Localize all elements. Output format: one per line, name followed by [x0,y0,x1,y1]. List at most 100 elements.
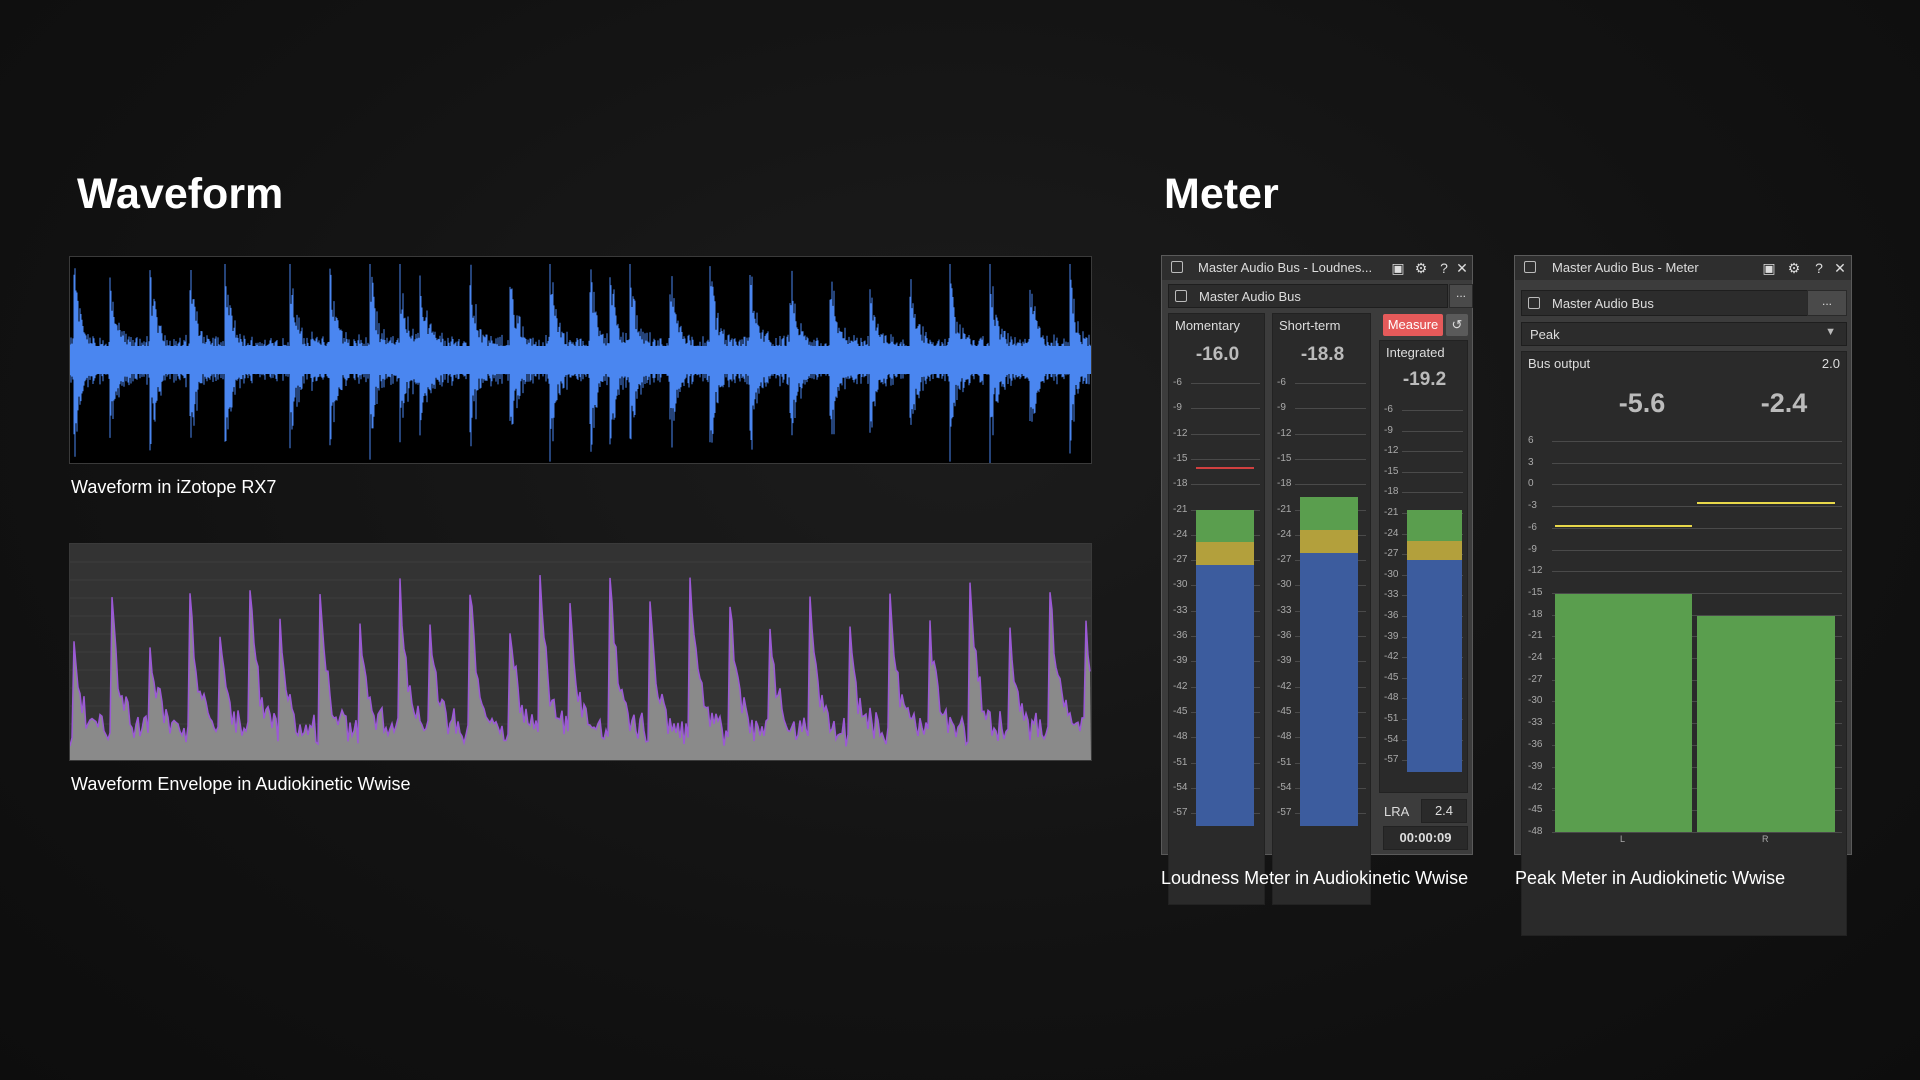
meter-blue-segment [1407,559,1462,773]
momentary-label: Momentary [1175,318,1241,333]
loudness-bus-selector[interactable]: Master Audio Bus [1168,284,1448,308]
bus-output-label: Bus output [1528,356,1591,371]
peak-caption: Peak Meter in Audiokinetic Wwise [1515,868,1786,888]
scale-tick: -51 [1384,713,1399,724]
meter-mode-value: Peak [1530,327,1560,342]
scale-tick: -45 [1528,803,1543,815]
scale-tick: -33 [1384,589,1399,601]
short-term-meter: Short-term -18.8 -6 -9 -12 -15 -18 -21 -24 -27 -30… [1272,313,1371,905]
meter-yellow-segment [1300,529,1358,553]
peak-titlebar: Master Audio Bus - Meter ▣ ⚙ ? ✕ [1515,256,1851,280]
scale-tick: -42 [1173,680,1188,692]
scale-tick: -12 [1173,427,1188,439]
rx-waveform-display [69,256,1092,464]
scale-gridline [1402,410,1463,411]
scale-gridline [1191,433,1260,435]
scale-tick: -12 [1384,445,1399,457]
meter-green-segment [1407,509,1462,541]
scale-tick: -24 [1173,528,1188,540]
bus-output-meter: Bus output 2.0 -5.6 -2.4 6 3 0 -3 -6 -9 -12 -15… [1521,351,1847,936]
loudness-title: Master Audio Bus - Loudnes... [1198,260,1373,275]
scale-tick: -9 [1384,424,1393,436]
scale-gridline [1295,408,1366,410]
scale-tick: -6 [1173,377,1182,388]
scale-tick: -54 [1277,781,1292,793]
right-channel-label: R [1762,833,1769,844]
scale-gridline [1191,408,1260,410]
scale-tick: -39 [1384,630,1399,642]
scale-tick: -51 [1173,756,1188,768]
scale-tick: -51 [1277,756,1292,768]
gear-icon[interactable]: ⚙ [1412,259,1430,277]
scale-tick: -48 [1384,692,1399,704]
loudness-meter-panel: Master Audio Bus - Loudnes... ▣ ⚙ ? ✕ Ma… [1161,255,1473,905]
peak-bus-selector[interactable]: Master Audio Bus [1521,290,1808,316]
scale-tick: -15 [1173,452,1188,464]
scale-tick: -12 [1277,427,1292,439]
scale-tick: -45 [1384,671,1399,683]
right-peak-hold-line [1697,501,1835,504]
close-icon[interactable]: ✕ [1453,259,1471,277]
reset-icon[interactable]: ↺ [1446,314,1468,336]
measure-button[interactable]: Measure [1383,314,1443,336]
scale-tick: -36 [1173,630,1188,641]
meter-heading: Meter [1164,170,1279,218]
peak-bus-browse-button[interactable]: ... [1807,290,1847,316]
scale-tick: -18 [1384,486,1399,498]
scale-tick: -42 [1277,680,1292,692]
scale-gridline [1552,484,1842,486]
loudness-bus-browse-button[interactable]: ... [1449,284,1473,308]
meter-green-segment [1300,496,1358,530]
scale-tick: -42 [1384,651,1399,663]
scale-tick: 6 [1528,435,1534,446]
meter-blue-segment [1300,552,1358,826]
scale-tick: -21 [1173,503,1188,515]
loudness-caption: Loudness Meter in Audiokinetic Wwise [1161,868,1469,888]
elapsed-time: 00:00:09 [1383,826,1468,850]
scale-tick: -39 [1173,655,1188,667]
integrated-meter: Integrated -19.2 -6 -9 -12 -15 -18 -21 -24 -27 -30… [1379,340,1468,793]
scale-tick: -27 [1528,673,1543,685]
scale-tick: -42 [1528,782,1543,794]
scale-tick: -33 [1277,604,1292,616]
window-icon[interactable] [1524,261,1536,273]
momentary-max-marker [1196,467,1254,470]
scale-tick: -57 [1173,807,1188,819]
left-channel-bar [1555,594,1692,832]
scale-tick: -36 [1384,610,1399,621]
help-icon[interactable]: ? [1435,259,1453,277]
close-icon[interactable]: ✕ [1831,259,1849,277]
scale-tick: -30 [1528,695,1543,707]
scale-tick: -57 [1277,807,1292,819]
bus-output-value: 2.0 [1821,356,1840,371]
meter-mode-dropdown[interactable]: Peak ▼ [1521,322,1847,346]
scale-gridline [1295,433,1366,435]
waveform-heading: Waveform [77,170,284,218]
scale-tick: -6 [1528,521,1537,533]
pin-icon[interactable]: ▣ [1760,259,1778,277]
scale-tick: -54 [1384,733,1399,745]
scale-gridline [1552,462,1842,464]
scale-gridline [1191,458,1260,460]
scale-tick: -24 [1277,528,1292,540]
scale-tick: -48 [1528,825,1543,837]
loudness-bus-name: Master Audio Bus [1199,289,1301,304]
scale-tick: -30 [1277,579,1292,591]
scale-gridline [1552,506,1842,508]
short-term-label: Short-term [1279,318,1341,333]
scale-tick: -36 [1528,738,1543,750]
help-icon[interactable]: ? [1810,259,1828,277]
pin-icon[interactable]: ▣ [1389,259,1407,277]
window-icon[interactable] [1171,261,1183,273]
scale-gridline [1552,831,1842,833]
scale-gridline [1191,484,1260,486]
scale-tick: -18 [1528,608,1543,620]
scale-tick: -9 [1173,402,1182,414]
gear-icon[interactable]: ⚙ [1785,259,1803,277]
meter-blue-segment [1196,564,1254,826]
integrated-value: -19.2 [1402,369,1447,390]
scale-tick: -18 [1173,478,1188,490]
scale-tick: -24 [1528,652,1543,663]
scale-gridline [1402,451,1463,453]
peak-meter-panel: Master Audio Bus - Meter ▣ ⚙ ? ✕ Master … [1514,255,1852,936]
